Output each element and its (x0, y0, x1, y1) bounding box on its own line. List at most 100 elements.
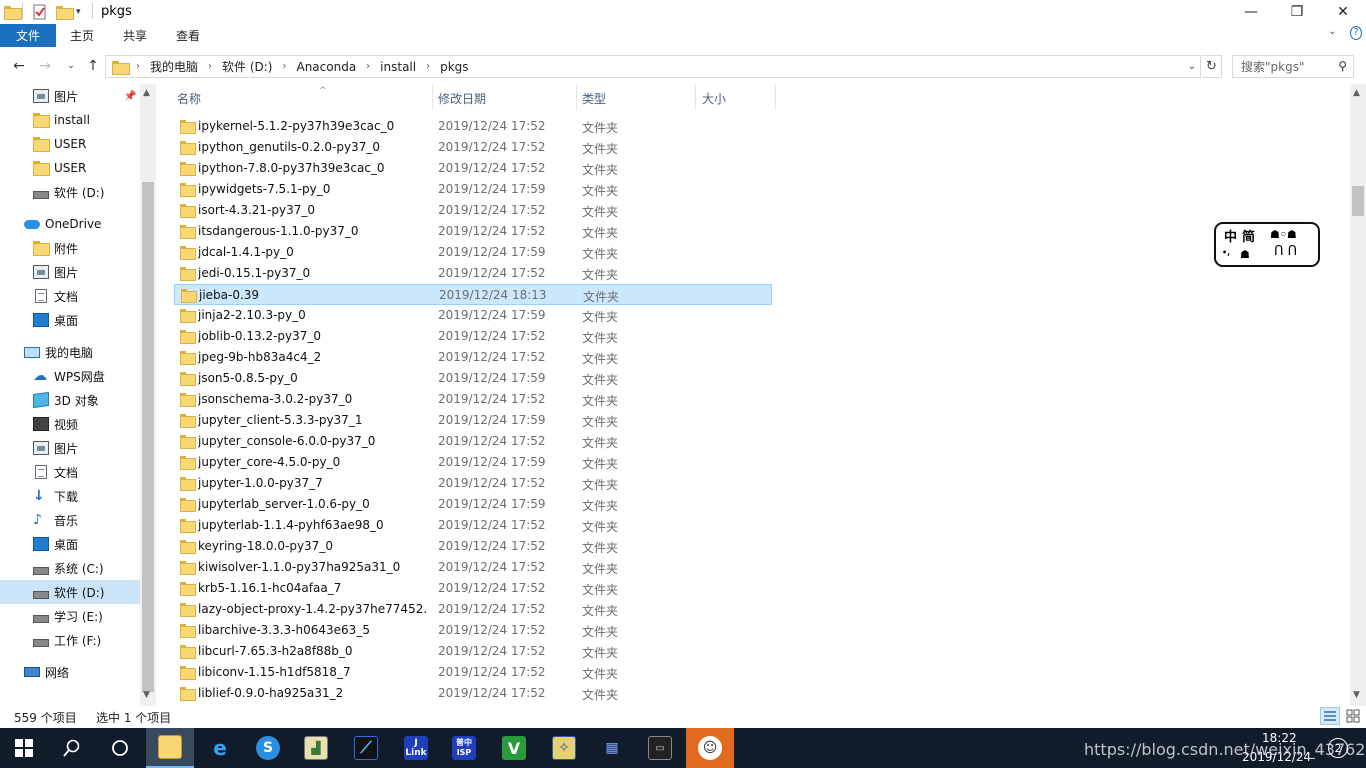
nav-item-install[interactable]: install (0, 108, 140, 132)
taskbar-isp[interactable]: 普中 ISP (440, 728, 488, 768)
pin-icon[interactable]: 📌 (124, 91, 136, 102)
file-row[interactable]: jupyter_console-6.0.0-py37_0 2019/12/24 1… (174, 431, 772, 452)
scroll-down-icon[interactable]: ▼ (1353, 690, 1360, 700)
nav-item-network[interactable]: 网络 (0, 660, 140, 684)
file-row[interactable]: itsdangerous-1.1.0-py37_0 2019/12/24 17:5… (174, 221, 772, 242)
file-row[interactable]: jupyter_core-4.5.0-py_0 2019/12/24 17:59 文… (174, 452, 772, 473)
breadcrumb-drive-d[interactable]: 软件 (D:) (222, 58, 272, 75)
nav-item-drive-c[interactable]: 系统 (C:) (0, 556, 140, 580)
ime-mode-chinese[interactable]: 中 (1224, 226, 1237, 245)
notification-center-icon[interactable]: 2 (1328, 738, 1348, 758)
scrollbar-thumb[interactable] (142, 182, 154, 692)
toolbox-icon[interactable]: Ո Ո (1274, 244, 1297, 259)
tab-file[interactable]: 文件 (0, 24, 56, 47)
skin-icon[interactable]: ☗◦☗ (1270, 228, 1297, 241)
file-list-scrollbar[interactable]: ▲ ▼ (1350, 84, 1366, 706)
file-row[interactable]: jsonschema-3.0.2-py37_0 2019/12/24 17:52 文… (174, 389, 772, 410)
taskbar-edge[interactable]: e (196, 728, 244, 768)
refresh-button[interactable]: ↻ (1202, 55, 1222, 78)
tab-view[interactable]: 查看 (176, 24, 200, 47)
up-button[interactable]: ↑ (83, 56, 103, 76)
file-row[interactable]: ipywidgets-7.5.1-py_0 2019/12/24 17:59 文件夹 (174, 179, 772, 200)
search-icon[interactable] (48, 728, 96, 768)
taskbar-avatar-app[interactable]: ☺ (686, 728, 734, 768)
minimize-button[interactable]: — (1228, 0, 1274, 24)
file-row[interactable]: json5-0.8.5-py_0 2019/12/24 17:59 文件夹 (174, 368, 772, 389)
taskbar-shield-app[interactable]: ✧ (540, 728, 588, 768)
file-row[interactable]: krb5-1.16.1-hc04afaa_7 2019/12/24 17:52 文件… (174, 578, 772, 599)
large-icons-view-icon[interactable] (1344, 707, 1362, 725)
column-header-type[interactable]: 类型 (582, 90, 606, 106)
file-row[interactable]: isort-4.3.21-py37_0 2019/12/24 17:52 文件夹 (174, 200, 772, 221)
nav-item-drive-f[interactable]: 工作 (F:) (0, 628, 140, 652)
nav-item-videos[interactable]: 视频 (0, 412, 140, 436)
file-row[interactable]: jieba-0.39 2019/12/24 18:13 文件夹 (174, 284, 772, 305)
file-row[interactable]: ipython-7.8.0-py37h39e3cac_0 2019/12/24 1… (174, 158, 772, 179)
file-row[interactable]: libcurl-7.65.3-h2a8f88b_0 2019/12/24 17:5… (174, 641, 772, 662)
forward-button[interactable]: → (35, 56, 55, 76)
column-divider[interactable] (775, 84, 776, 110)
nav-item-3d-objects[interactable]: 3D 对象 (0, 388, 140, 412)
back-button[interactable]: ← (9, 56, 29, 76)
file-row[interactable]: libarchive-3.3.3-h0643e63_5 2019/12/24 17… (174, 620, 772, 641)
nav-item-desktop[interactable]: 桌面 (0, 532, 140, 556)
file-row[interactable]: jupyterlab_server-1.0.6-py_0 2019/12/24 1… (174, 494, 772, 515)
file-row[interactable]: ipykernel-5.1.2-py37h39e3cac_0 2019/12/24… (174, 116, 772, 137)
customize-toolbar-icon[interactable]: ▾ (76, 3, 81, 21)
taskbar-editor[interactable]: ▟ (292, 728, 340, 768)
new-folder-icon[interactable] (56, 3, 74, 21)
ime-toolbar[interactable]: 中 简 •, ☗ ☗◦☗ Ո Ո (1214, 222, 1320, 267)
column-divider[interactable] (576, 84, 577, 110)
taskbar-grid-app[interactable]: ▦ (588, 728, 636, 768)
file-row[interactable]: jupyterlab-1.1.4-pyhf63ae98_0 2019/12/24 … (174, 515, 772, 536)
emoji-icon[interactable]: ☗ (1240, 248, 1250, 261)
nav-item-user[interactable]: USER (0, 132, 140, 156)
nav-item-user[interactable]: USER (0, 156, 140, 180)
column-header-size[interactable]: 大小 (702, 90, 726, 106)
scroll-up-icon[interactable]: ▲ (1353, 88, 1360, 98)
file-row[interactable]: liblief-0.9.0-ha925a31_2 2019/12/24 17:52… (174, 683, 772, 704)
file-row[interactable]: jinja2-2.10.3-py_0 2019/12/24 17:59 文件夹 (174, 305, 772, 326)
file-row[interactable]: jdcal-1.4.1-py_0 2019/12/24 17:59 文件夹 (174, 242, 772, 263)
nav-item-desktop[interactable]: 桌面 (0, 308, 140, 332)
nav-item-music[interactable]: ♪ 音乐 (0, 508, 140, 532)
scroll-down-icon[interactable]: ▼ (143, 690, 150, 700)
nav-item-pictures[interactable]: 图片 (0, 436, 140, 460)
file-row[interactable]: ipython_genutils-0.2.0-py37_0 2019/12/24 … (174, 137, 772, 158)
breadcrumb-my-computer[interactable]: 我的电脑 (150, 58, 198, 75)
scroll-up-icon[interactable]: ▲ (143, 88, 150, 98)
file-row[interactable]: keyring-18.0.0-py37_0 2019/12/24 17:52 文件夹 (174, 536, 772, 557)
help-icon[interactable]: ? (1350, 26, 1362, 40)
nav-item-drive-d[interactable]: 软件 (D:) (0, 580, 140, 604)
taskbar-terminal[interactable]: ▭ (636, 728, 684, 768)
file-row[interactable]: jupyter_client-5.3.3-py37_1 2019/12/24 17… (174, 410, 772, 431)
nav-item-attachments[interactable]: 附件 (0, 236, 140, 260)
task-view-icon[interactable] (96, 728, 144, 768)
search-input[interactable]: 搜索"pkgs" ⚲ (1232, 55, 1354, 78)
nav-item-pictures[interactable]: 图片 📌 (0, 84, 140, 108)
taskbar-browser[interactable]: S (244, 728, 292, 768)
file-row[interactable]: kiwisolver-1.1.0-py37ha925a31_0 2019/12/2… (174, 557, 772, 578)
scrollbar-thumb[interactable] (1352, 186, 1364, 216)
chevron-down-icon[interactable]: ⌄ (1188, 61, 1196, 72)
nav-item-documents[interactable]: 文档 (0, 460, 140, 484)
expand-ribbon-icon[interactable]: ⌄ (1328, 26, 1336, 37)
column-divider[interactable] (432, 84, 433, 110)
restore-button[interactable]: ❐ (1274, 0, 1320, 24)
taskbar-compass[interactable]: ⟋ (342, 728, 390, 768)
taskbar-jlink[interactable]: J Link (392, 728, 440, 768)
column-header-date[interactable]: 修改日期 (438, 90, 486, 106)
breadcrumb-anaconda[interactable]: Anaconda (296, 60, 356, 74)
recent-locations-icon[interactable]: ⌄ (61, 56, 81, 76)
file-row[interactable]: jedi-0.15.1-py37_0 2019/12/24 17:52 文件夹 (174, 263, 772, 284)
ime-mode-simplified[interactable]: 简 (1242, 226, 1255, 245)
file-row[interactable]: jupyter-1.0.0-py37_7 2019/12/24 17:52 文件夹 (174, 473, 772, 494)
address-bar[interactable]: › 我的电脑 › 软件 (D:) › Anaconda › install › … (105, 55, 1201, 78)
nav-item-drive-e[interactable]: 学习 (E:) (0, 604, 140, 628)
tab-share[interactable]: 共享 (123, 24, 147, 47)
close-button[interactable]: ✕ (1320, 0, 1366, 24)
nav-item-drive-d[interactable]: 软件 (D:) (0, 180, 140, 204)
nav-item-downloads[interactable]: ↓ 下载 (0, 484, 140, 508)
nav-item-wps-cloud[interactable]: ☁ WPS网盘 (0, 364, 140, 388)
start-button[interactable] (0, 728, 48, 768)
